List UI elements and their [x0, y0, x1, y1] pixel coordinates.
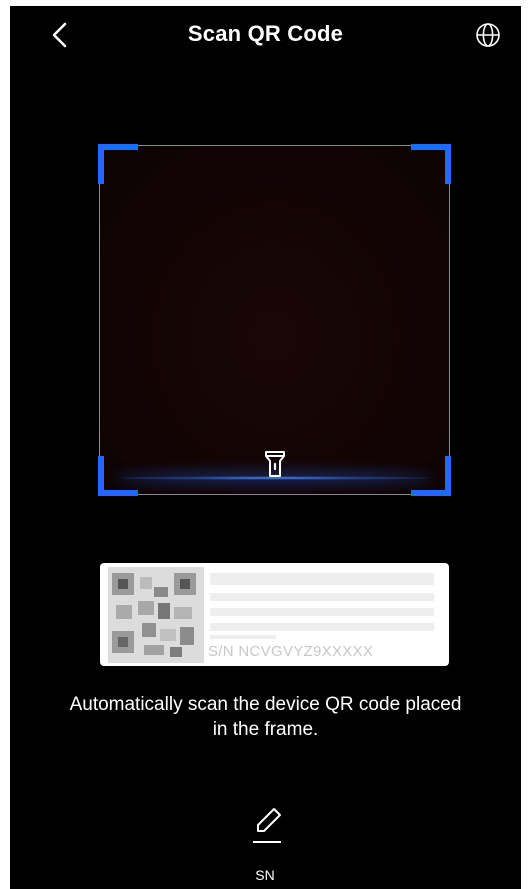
manual-sn-label: SN [255, 867, 275, 883]
edit-pencil-icon [253, 808, 281, 843]
language-button[interactable] [475, 22, 501, 48]
scan-screen: Scan QR Code S/N NCVGVYZ9XXXXX Automatic… [10, 6, 521, 889]
sample-serial-number: S/N NCVGVYZ9XXXXX [208, 643, 374, 660]
flashlight-button[interactable] [263, 450, 287, 478]
label-text-bar [210, 593, 434, 601]
qr-code-image [108, 567, 204, 663]
manual-sn-entry-button[interactable]: SN [235, 801, 295, 883]
device-label-sample: S/N NCVGVYZ9XXXXX [100, 563, 449, 666]
header: Scan QR Code [10, 6, 521, 64]
scan-frame [98, 144, 451, 496]
label-text-bar [210, 573, 434, 585]
scan-hint-text: Automatically scan the device QR code pl… [69, 694, 462, 740]
label-text-bar [210, 608, 434, 616]
frame-corner-top-right [411, 144, 451, 184]
label-text-bar [210, 635, 276, 639]
frame-corner-bottom-right [411, 456, 451, 496]
frame-corner-top-left [98, 144, 138, 184]
frame-corner-bottom-left [98, 456, 138, 496]
page-title: Scan QR Code [187, 21, 344, 46]
label-text-bar [210, 623, 434, 631]
globe-icon [476, 23, 500, 47]
flashlight-icon [265, 451, 285, 477]
